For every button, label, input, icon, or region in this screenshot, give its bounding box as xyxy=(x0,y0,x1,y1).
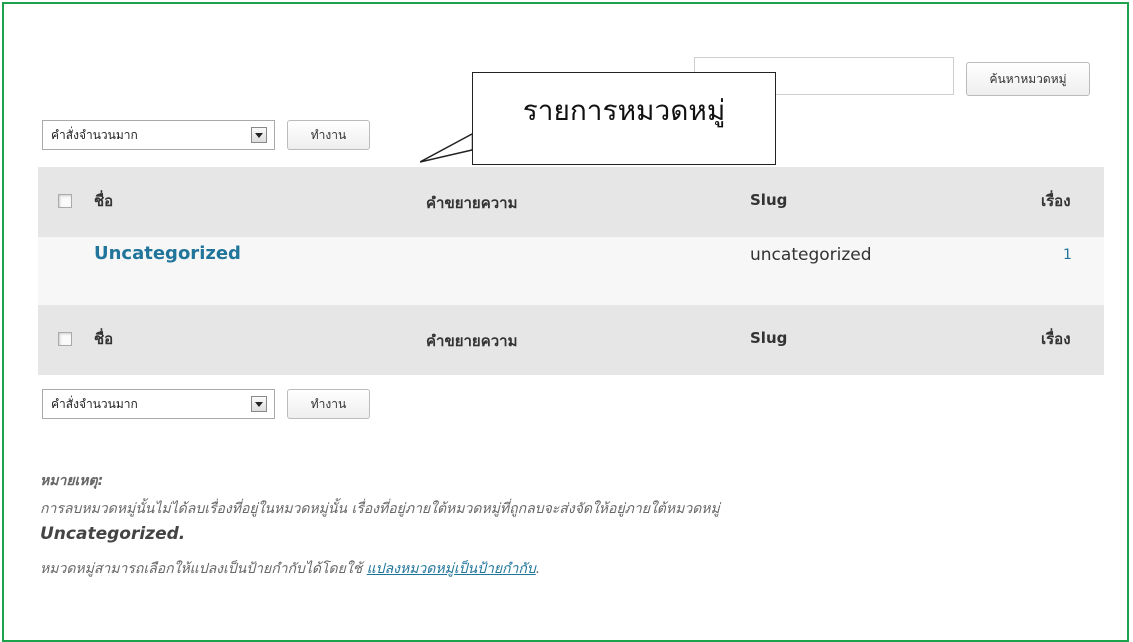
category-name-link[interactable]: Uncategorized xyxy=(94,243,241,264)
category-post-count-link[interactable]: 1 xyxy=(1063,247,1072,263)
select-all-checkbox-footer[interactable] xyxy=(58,332,72,346)
dropdown-arrow-icon[interactable] xyxy=(251,127,267,143)
column-footer-posts[interactable]: เรื่อง xyxy=(1041,327,1071,351)
column-header-name[interactable]: ชื่อ xyxy=(94,189,113,213)
bulk-actions-select-value: คำสั่งจำนวนมาก xyxy=(51,396,138,411)
callout-text: รายการหมวดหมู่ xyxy=(472,72,776,165)
bulk-actions-select-top[interactable]: คำสั่งจำนวนมาก xyxy=(42,120,275,150)
table-row: Uncategorized uncategorized 1 xyxy=(38,237,1104,305)
search-categories-button[interactable]: ค้นหาหมวดหมู่ xyxy=(966,62,1090,96)
column-footer-description[interactable]: คำขยายความ xyxy=(426,329,517,353)
bulk-actions-select-bottom[interactable]: คำสั่งจำนวนมาก xyxy=(42,389,275,419)
bulk-actions-select-value: คำสั่งจำนวนมาก xyxy=(51,127,138,142)
apply-button-top[interactable]: ทำงาน xyxy=(287,120,370,150)
notes-label: หมายเหตุ: xyxy=(40,473,104,489)
bulk-actions-top: คำสั่งจำนวนมาก ทำงาน xyxy=(42,117,370,153)
dropdown-arrow-icon[interactable] xyxy=(251,396,267,412)
convert-categories-to-tags-link[interactable]: แปลงหมวดหมู่เป็นป้ายกำกับ xyxy=(367,561,536,577)
default-category-name: Uncategorized xyxy=(40,524,179,544)
column-header-posts[interactable]: เรื่อง xyxy=(1041,189,1071,213)
table-header: ชื่อ คำขยายความ Slug เรื่อง xyxy=(38,167,1104,237)
notes-line2-suffix: . xyxy=(535,561,541,577)
column-footer-slug[interactable]: Slug xyxy=(750,329,787,347)
column-header-slug[interactable]: Slug xyxy=(750,191,787,209)
callout-annotation: รายการหมวดหมู่ xyxy=(420,72,780,167)
notes-line2: หมวดหมู่สามารถเลือกให้แปลงเป็นป้ายกำกับไ… xyxy=(40,558,1100,580)
apply-button-bottom[interactable]: ทำงาน xyxy=(287,389,370,419)
bulk-actions-bottom: คำสั่งจำนวนมาก ทำงาน xyxy=(42,386,370,422)
notes-default-category: Uncategorized. xyxy=(40,524,1100,544)
category-slug: uncategorized xyxy=(750,245,872,265)
notes-line1: การลบหมวดหมู่นั้นไม่ได้ลบเรื่องที่อยู่ใน… xyxy=(40,498,1100,520)
notes-convert-info: หมวดหมู่สามารถเลือกให้แปลงเป็นป้ายกำกับไ… xyxy=(40,561,367,577)
column-footer-name[interactable]: ชื่อ xyxy=(94,327,113,351)
select-all-checkbox[interactable] xyxy=(58,194,72,208)
notes-section: หมายเหตุ: การลบหมวดหมู่นั้นไม่ได้ลบเรื่อ… xyxy=(40,470,1100,580)
categories-table: ชื่อ คำขยายความ Slug เรื่อง Uncategorize… xyxy=(38,167,1104,375)
notes-delete-info: การลบหมวดหมู่นั้นไม่ได้ลบเรื่องที่อยู่ใน… xyxy=(40,501,720,517)
column-header-description[interactable]: คำขยายความ xyxy=(426,191,517,215)
default-category-suffix: . xyxy=(178,524,186,544)
table-footer: ชื่อ คำขยายความ Slug เรื่อง xyxy=(38,305,1104,375)
